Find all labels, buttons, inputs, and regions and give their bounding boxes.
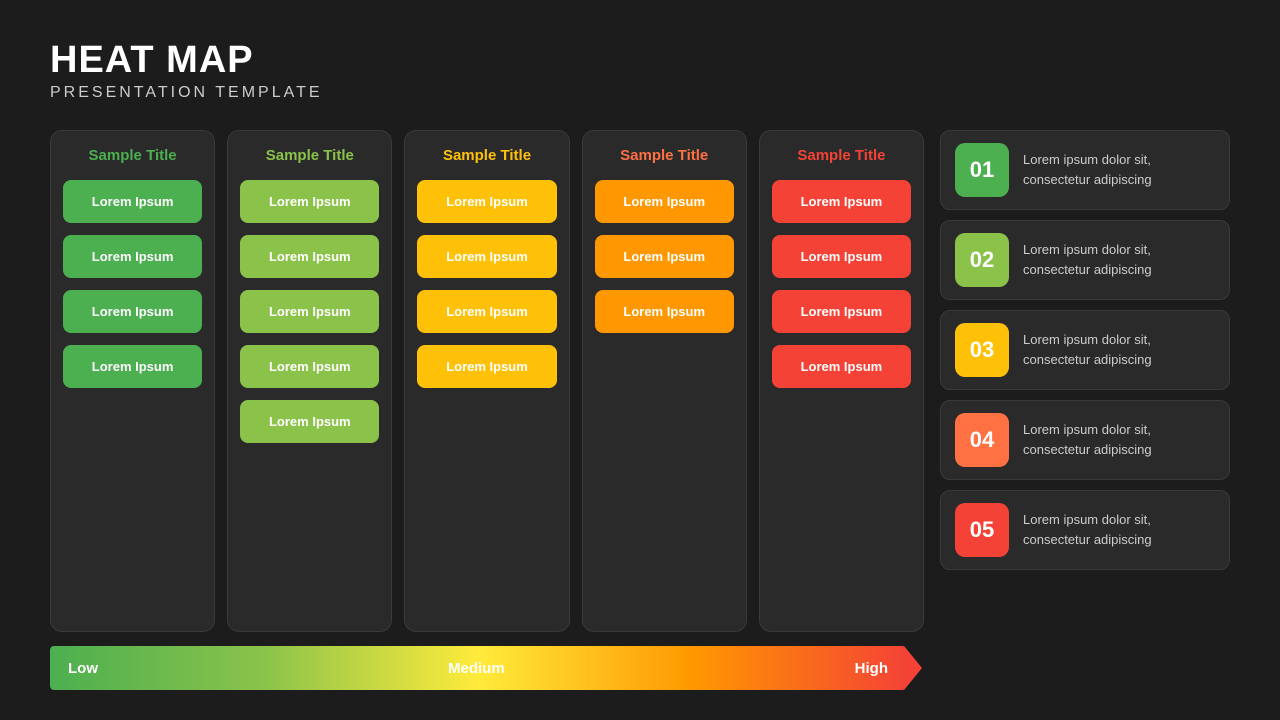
content-area: Sample Title Lorem Ipsum Lorem Ipsum Lorem … [50,130,1230,690]
heatmap-section: Sample Title Lorem Ipsum Lorem Ipsum Lorem … [50,130,924,690]
list-number-2: 02 [955,233,1009,287]
legend-high: High [855,660,888,677]
heat-btn-col2-row2[interactable]: Lorem Ipsum [240,235,379,278]
heat-btn-col2-row1[interactable]: Lorem Ipsum [240,180,379,223]
header: HEAT MAP PRESENTATION TEMPLATE [50,40,1230,102]
heat-column-4: Sample Title Lorem Ipsum Lorem Ipsum Lorem … [582,130,747,632]
heat-btn-col4-row3[interactable]: Lorem Ipsum [595,290,734,333]
list-number-5: 05 [955,503,1009,557]
heat-btn-col4-row2[interactable]: Lorem Ipsum [595,235,734,278]
page-subtitle: PRESENTATION TEMPLATE [50,84,1230,102]
heat-btn-col5-row1[interactable]: Lorem Ipsum [772,180,911,223]
heat-btn-col5-row2[interactable]: Lorem Ipsum [772,235,911,278]
page: HEAT MAP PRESENTATION TEMPLATE Sample Ti… [0,0,1280,720]
heat-column-3: Sample Title Lorem Ipsum Lorem Ipsum Lorem … [404,130,569,632]
legend-low: Low [68,660,98,677]
heat-column-2: Sample Title Lorem Ipsum Lorem Ipsum Lorem … [227,130,392,632]
column-title-2: Sample Title [240,147,379,164]
list-item-5: 05 Lorem ipsum dolor sit, consectetur adi… [940,490,1230,570]
column-title-3: Sample Title [417,147,556,164]
heat-btn-col1-row2[interactable]: Lorem Ipsum [63,235,202,278]
list-number-3: 03 [955,323,1009,377]
heat-btn-col2-row3[interactable]: Lorem Ipsum [240,290,379,333]
list-text-4: Lorem ipsum dolor sit, consectetur adipi… [1023,420,1215,459]
heat-btn-col3-row3[interactable]: Lorem Ipsum [417,290,556,333]
list-number-4: 04 [955,413,1009,467]
list-item-1: 01 Lorem ipsum dolor sit, consectetur adi… [940,130,1230,210]
legend-bar: Low Medium High [50,646,906,690]
numbered-list: 01 Lorem ipsum dolor sit, consectetur adi… [940,130,1230,690]
heat-btn-col2-row5[interactable]: Lorem Ipsum [240,400,379,443]
heat-btn-col3-row2[interactable]: Lorem Ipsum [417,235,556,278]
heat-btn-col3-row4[interactable]: Lorem Ipsum [417,345,556,388]
columns-area: Sample Title Lorem Ipsum Lorem Ipsum Lorem … [50,130,924,632]
legend-medium: Medium [448,660,505,677]
heat-column-5: Sample Title Lorem Ipsum Lorem Ipsum Lorem … [759,130,924,632]
heat-btn-col5-row3[interactable]: Lorem Ipsum [772,290,911,333]
heat-btn-col2-row4[interactable]: Lorem Ipsum [240,345,379,388]
column-title-5: Sample Title [772,147,911,164]
heat-btn-col3-row1[interactable]: Lorem Ipsum [417,180,556,223]
heat-btn-col1-row1[interactable]: Lorem Ipsum [63,180,202,223]
list-number-1: 01 [955,143,1009,197]
column-title-1: Sample Title [63,147,202,164]
list-text-2: Lorem ipsum dolor sit, consectetur adipi… [1023,240,1215,279]
heat-btn-col1-row4[interactable]: Lorem Ipsum [63,345,202,388]
heat-btn-col1-row3[interactable]: Lorem Ipsum [63,290,202,333]
list-text-3: Lorem ipsum dolor sit, consectetur adipi… [1023,330,1215,369]
page-title: HEAT MAP [50,40,1230,82]
list-text-1: Lorem ipsum dolor sit, consectetur adipi… [1023,150,1215,189]
list-text-5: Lorem ipsum dolor sit, consectetur adipi… [1023,510,1215,549]
heat-column-1: Sample Title Lorem Ipsum Lorem Ipsum Lorem … [50,130,215,632]
column-title-4: Sample Title [595,147,734,164]
list-item-2: 02 Lorem ipsum dolor sit, consectetur adi… [940,220,1230,300]
heat-btn-col5-row4[interactable]: Lorem Ipsum [772,345,911,388]
heat-btn-col4-row1[interactable]: Lorem Ipsum [595,180,734,223]
list-item-4: 04 Lorem ipsum dolor sit, consectetur adi… [940,400,1230,480]
list-item-3: 03 Lorem ipsum dolor sit, consectetur adi… [940,310,1230,390]
